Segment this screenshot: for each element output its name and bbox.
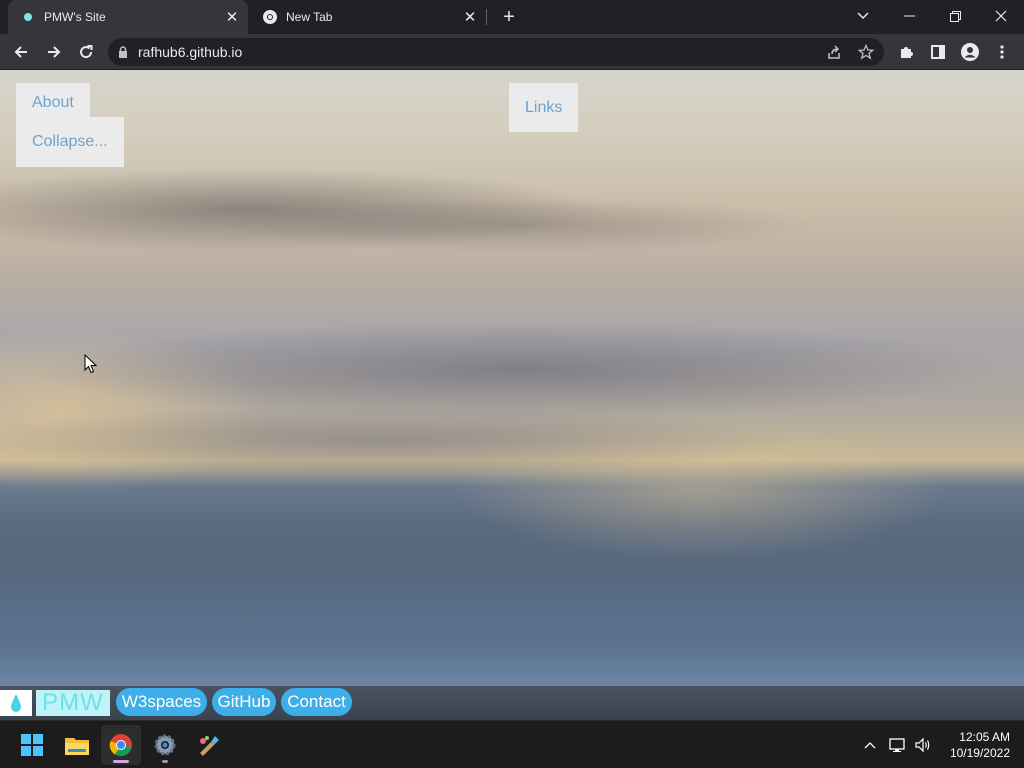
contact-link[interactable]: Contact [281,688,352,716]
reload-icon[interactable] [72,38,100,66]
volume-icon[interactable] [911,733,935,757]
new-tab-button[interactable]: + [498,6,520,28]
forward-icon[interactable] [40,38,68,66]
taskbar: 12:05 AM 10/19/2022 [0,720,1024,768]
bookmark-star-icon[interactable] [852,42,880,62]
chrome-icon [262,9,278,25]
file-explorer-icon[interactable] [57,725,97,765]
share-icon[interactable] [820,42,848,62]
links-button[interactable]: Links [509,83,578,132]
settings-icon[interactable] [145,725,185,765]
back-icon[interactable] [7,38,35,66]
minimize-icon[interactable] [886,0,932,32]
url-text: rafhub6.github.io [138,44,243,60]
address-bar[interactable]: rafhub6.github.io [108,38,884,66]
pmw-logo-icon[interactable] [0,690,32,716]
browser-toolbar: rafhub6.github.io [0,34,1024,70]
windows-start-icon[interactable] [12,725,52,765]
side-panel-icon[interactable] [924,38,952,66]
tab-search-icon[interactable] [840,0,886,32]
close-tab-icon[interactable]: ✕ [460,7,480,27]
w3spaces-link[interactable]: W3spaces [116,688,207,716]
pmw-drop-icon [20,9,36,25]
tab-pmw-site[interactable]: PMW's Site ✕ [8,0,248,34]
show-hidden-icons-icon[interactable] [858,733,882,757]
lock-icon[interactable] [118,46,128,58]
collapse-button[interactable]: Collapse... [16,117,124,167]
mouse-cursor-icon [84,354,98,374]
tab-separator [486,9,487,25]
chrome-taskbar-icon[interactable] [101,725,141,765]
network-icon[interactable] [886,733,910,757]
paint-icon[interactable] [189,725,229,765]
tab-strip: PMW's Site ✕ New Tab ✕ + [0,0,1024,34]
restore-icon[interactable] [932,0,978,32]
clock-date: 10/19/2022 [949,746,1010,760]
tab-title: New Tab [286,10,333,24]
tab-title: PMW's Site [44,10,106,24]
github-link[interactable]: GitHub [212,688,276,716]
running-app-indicator [162,760,168,763]
tab-new-tab[interactable]: New Tab ✕ [250,0,486,34]
extensions-icon[interactable] [892,38,920,66]
system-clock[interactable]: 12:05 AM 10/19/2022 [940,729,1010,761]
profile-icon[interactable] [956,38,984,66]
pmw-logo-text[interactable]: PMW [36,689,110,716]
close-window-icon[interactable] [978,0,1024,32]
menu-icon[interactable] [988,38,1016,66]
active-app-indicator [113,760,129,763]
close-tab-icon[interactable]: ✕ [222,7,242,27]
clock-time: 12:05 AM [959,730,1010,744]
page-viewport: About Collapse... Links PMW W3spaces Git… [0,70,1024,720]
